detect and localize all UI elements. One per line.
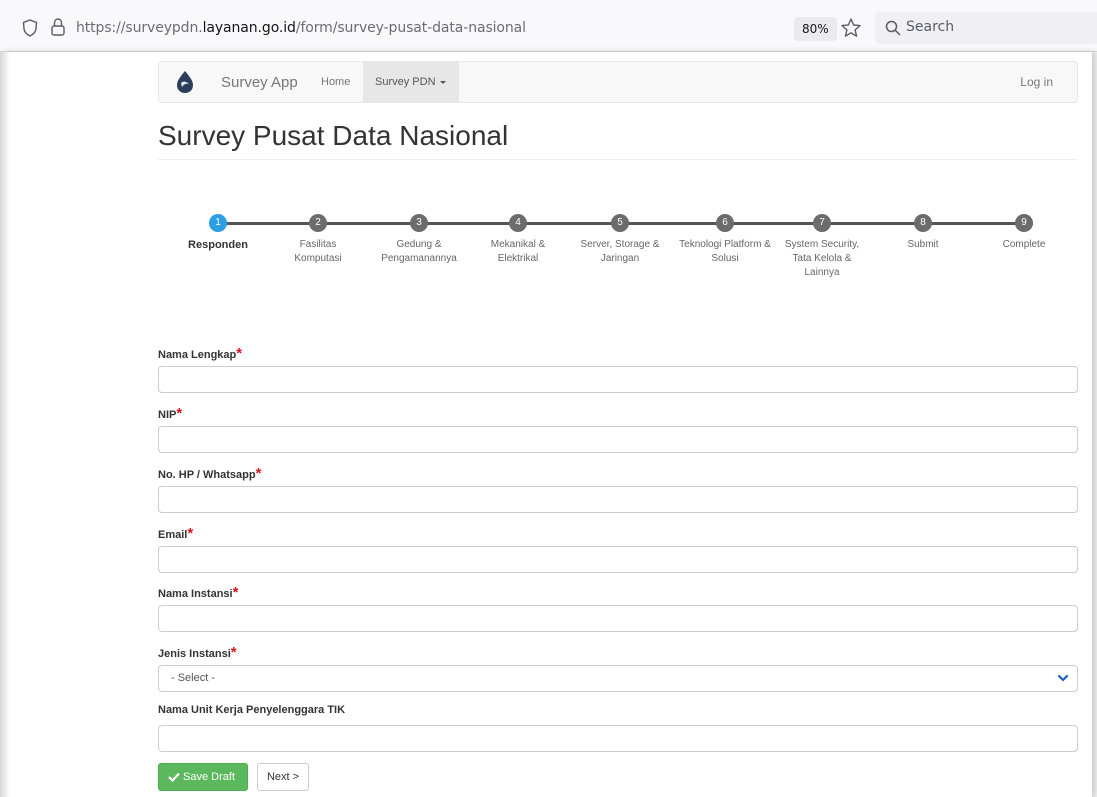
save-draft-button[interactable]: Save Draft [158, 763, 248, 791]
browser-toolbar: https://surveypdn.layanan.go.id/form/sur… [0, 0, 1097, 52]
step-7[interactable]: 7 System Security, Tata Kelola & Lainnya [772, 214, 872, 280]
shield-icon[interactable] [22, 19, 38, 37]
field-nama-unit-kerja: Nama Unit Kerja Penyelenggara TIK [158, 704, 1078, 752]
url-prefix: https://surveypdn. [76, 20, 203, 36]
required-mark: * [176, 405, 183, 422]
nama-lengkap-input[interactable] [158, 366, 1078, 393]
step-number: 3 [410, 214, 428, 232]
caret-down-icon [439, 80, 446, 84]
field-nama-lengkap: Nama Lengkap* [158, 345, 1078, 393]
field-nip: NIP* [158, 405, 1078, 453]
url-path: /form/survey-pusat-data-nasional [295, 20, 526, 36]
step-label: Responden [188, 239, 248, 251]
field-no-hp: No. HP / Whatsapp* [158, 465, 1078, 513]
required-mark: * [236, 345, 243, 362]
step-2[interactable]: 2 Fasilitas Komputasi [268, 214, 368, 266]
field-label: Jenis Instansi* [158, 644, 237, 661]
field-label: No. HP / Whatsapp* [158, 465, 262, 482]
chevron-down-icon [1057, 674, 1069, 682]
no-hp-input[interactable] [158, 486, 1078, 513]
step-number: 9 [1015, 214, 1033, 232]
step-label: Submit [907, 239, 939, 250]
field-jenis-instansi: Jenis Instansi* - Select - [158, 644, 1078, 692]
title-divider [158, 159, 1078, 160]
save-draft-label: Save Draft [183, 771, 235, 783]
field-label: Email* [158, 525, 194, 542]
step-label: Mekanikal & Elektrikal [490, 239, 546, 264]
step-number: 6 [716, 214, 734, 232]
step-number: 2 [309, 214, 327, 232]
address-bar[interactable]: https://surveypdn.layanan.go.id/form/sur… [76, 20, 526, 36]
field-label: Nama Lengkap* [158, 345, 243, 362]
nama-instansi-input[interactable] [158, 605, 1078, 632]
step-1[interactable]: 1 Responden [168, 214, 268, 252]
field-email: Email* [158, 525, 1078, 573]
field-label: Nama Instansi* [158, 584, 239, 601]
search-icon [885, 20, 901, 36]
lock-icon[interactable] [50, 17, 66, 37]
url-domain: layanan.go.id [202, 20, 296, 36]
required-mark: * [187, 525, 194, 542]
brand-name[interactable]: Survey App [221, 74, 298, 91]
step-4[interactable]: 4 Mekanikal & Elektrikal [468, 214, 568, 266]
required-mark: * [232, 584, 239, 601]
email-input[interactable] [158, 546, 1078, 573]
next-button[interactable]: Next > [257, 763, 309, 791]
browser-search-box[interactable]: Search [875, 12, 1097, 44]
app-logo-icon[interactable] [174, 70, 196, 94]
step-3[interactable]: 3 Gedung & Pengamanannya [369, 214, 469, 266]
nip-input[interactable] [158, 426, 1078, 453]
step-label: Fasilitas Komputasi [294, 239, 342, 264]
nama-unit-kerja-input[interactable] [158, 725, 1078, 752]
step-number: 8 [914, 214, 932, 232]
step-label: System Security, Tata Kelola & Lainnya [784, 239, 860, 278]
required-mark: * [230, 644, 237, 661]
nav-home-link[interactable]: Home [321, 76, 350, 88]
step-label: Server, Storage & Jaringan [580, 239, 660, 264]
field-label: NIP* [158, 405, 183, 422]
field-nama-instansi: Nama Instansi* [158, 584, 1078, 632]
step-number: 1 [209, 214, 227, 232]
check-icon [168, 772, 180, 782]
select-value: - Select - [171, 672, 216, 684]
step-6[interactable]: 6 Teknologi Platform & Solusi [675, 214, 775, 266]
step-label: Gedung & Pengamanannya [381, 239, 457, 264]
step-number: 5 [611, 214, 629, 232]
page-title: Survey Pusat Data Nasional [158, 120, 509, 151]
search-placeholder: Search [906, 19, 955, 35]
login-link[interactable]: Log in [1020, 75, 1053, 89]
nav-survey-pdn-label: Survey PDN [375, 76, 436, 88]
step-8[interactable]: 8 Submit [873, 214, 973, 252]
step-label: Complete [1002, 239, 1046, 250]
step-number: 4 [509, 214, 527, 232]
jenis-instansi-select[interactable]: - Select - [158, 665, 1078, 692]
page-viewport: Survey App Home Survey PDN Log in Survey… [0, 52, 1092, 797]
required-mark: * [255, 465, 262, 482]
field-label: Nama Unit Kerja Penyelenggara TIK [158, 704, 346, 716]
step-label: Teknologi Platform & Solusi [679, 239, 771, 264]
bookmark-star-icon[interactable] [840, 17, 862, 39]
progress-stepper: 1 Responden 2 Fasilitas Komputasi 3 Gedu… [168, 214, 1063, 294]
step-number: 7 [813, 214, 831, 232]
zoom-level[interactable]: 80% [794, 17, 837, 41]
step-5[interactable]: 5 Server, Storage & Jaringan [570, 214, 670, 266]
step-9[interactable]: 9 Complete [974, 214, 1074, 252]
nav-survey-pdn-dropdown[interactable]: Survey PDN [363, 62, 459, 102]
navbar: Survey App Home Survey PDN Log in [158, 61, 1078, 103]
